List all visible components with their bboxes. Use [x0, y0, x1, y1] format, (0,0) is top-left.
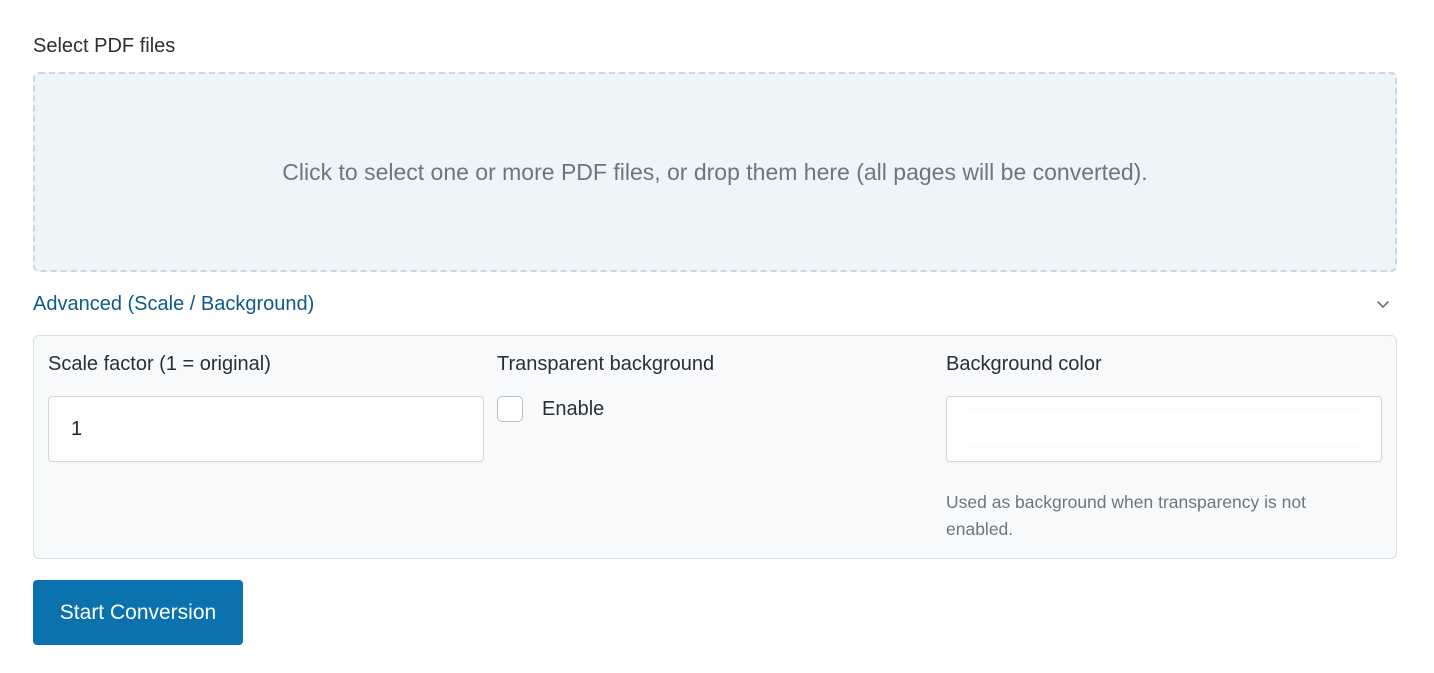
background-color-picker[interactable]	[946, 396, 1382, 462]
advanced-title: Advanced (Scale / Background)	[33, 292, 315, 315]
background-color-swatch	[968, 412, 1360, 445]
background-color-help: Used as background when transparency is …	[946, 492, 1306, 539]
transparent-enable-checkbox[interactable]	[497, 396, 523, 422]
scale-factor-input[interactable]	[48, 396, 484, 462]
scale-factor-label: Scale factor (1 = original)	[48, 353, 271, 375]
transparent-background-label: Transparent background	[497, 353, 715, 375]
chevron-down-icon	[1371, 292, 1395, 316]
file-select-label: Select PDF files	[33, 35, 176, 57]
advanced-panel: Scale factor (1 = original) Transparent …	[33, 335, 1397, 559]
file-dropzone[interactable]: Click to select one or more PDF files, o…	[33, 72, 1397, 272]
transparent-enable-row[interactable]: Enable	[497, 396, 604, 422]
transparent-enable-label[interactable]: Enable	[542, 398, 604, 421]
start-conversion-button[interactable]: Start Conversion	[33, 580, 243, 645]
advanced-toggle[interactable]: Advanced (Scale / Background)	[33, 288, 1397, 320]
background-color-label: Background color	[946, 353, 1102, 375]
dropzone-instructions: Click to select one or more PDF files, o…	[282, 158, 1148, 185]
